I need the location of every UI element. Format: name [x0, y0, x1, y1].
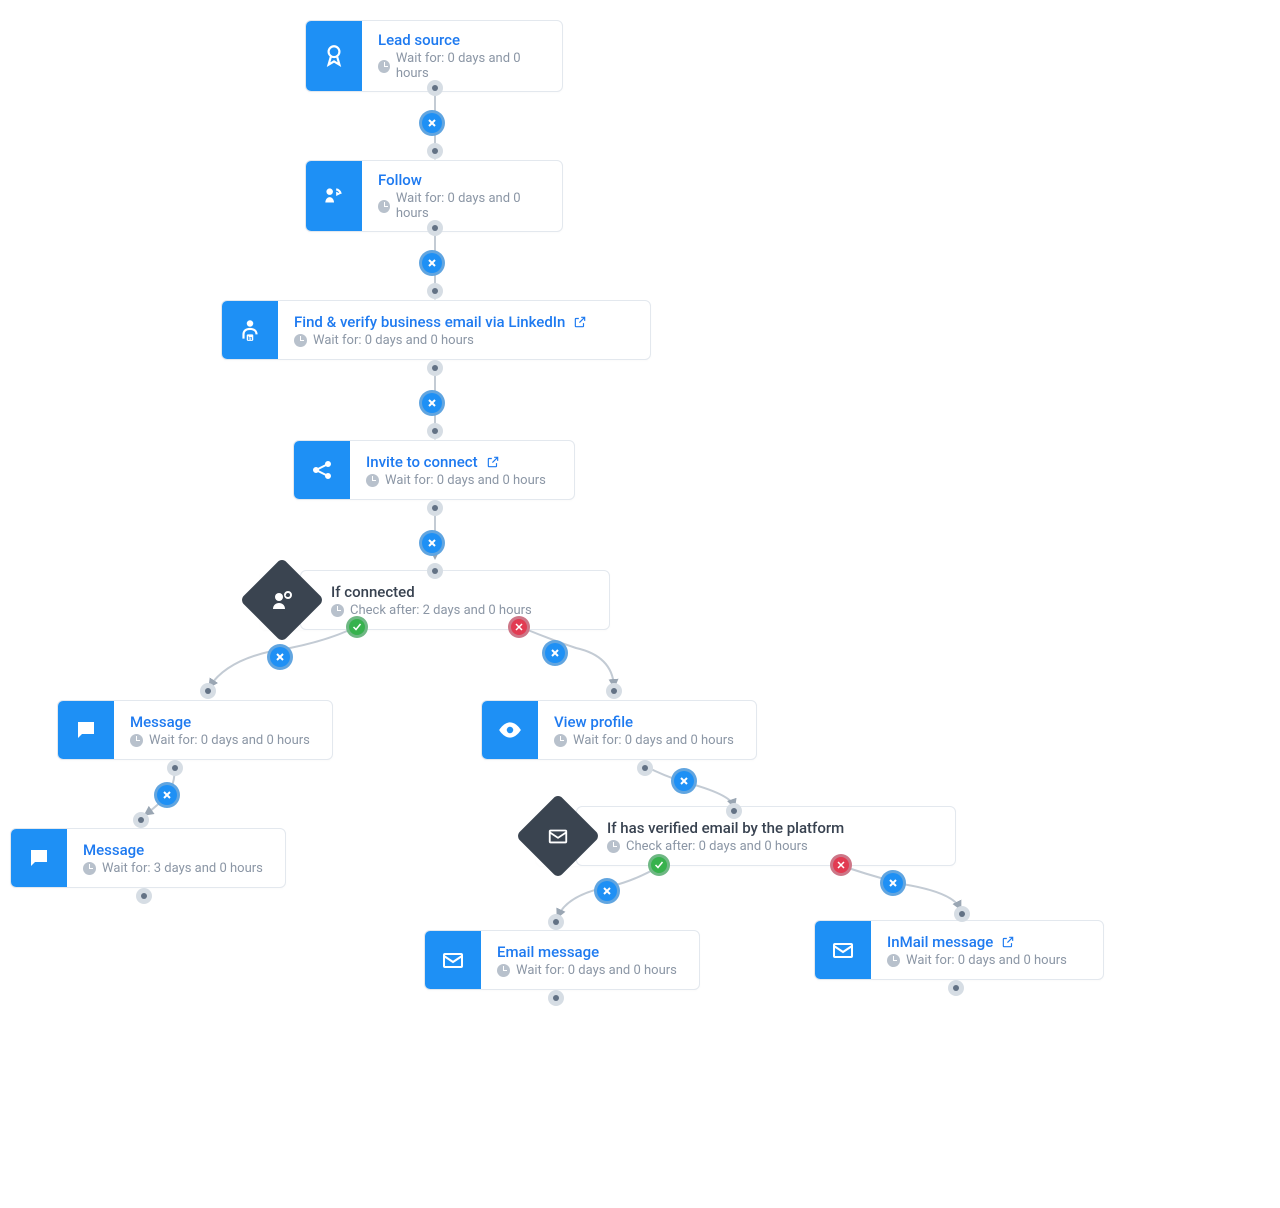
clock-icon	[554, 734, 567, 747]
node-inmail-message[interactable]: InMail message Wait for: 0 days and 0 ho…	[814, 920, 1104, 980]
follow-icon	[306, 161, 362, 231]
external-link-icon[interactable]	[486, 455, 500, 469]
node-wait: Wait for: 0 days and 0 hours	[149, 733, 310, 748]
connector-dot[interactable]	[200, 683, 216, 699]
connector-dot[interactable]	[726, 803, 742, 819]
node-body: Message Wait for: 3 days and 0 hours	[67, 829, 285, 887]
message-icon	[11, 829, 67, 887]
connector-dot[interactable]	[637, 760, 653, 776]
yes-badge[interactable]	[648, 854, 670, 876]
node-body: Message Wait for: 0 days and 0 hours	[114, 701, 332, 759]
node-wait: Wait for: 0 days and 0 hours	[516, 963, 677, 978]
delete-badge[interactable]	[419, 390, 445, 416]
delete-badge[interactable]	[671, 768, 697, 794]
node-title: Follow	[378, 171, 422, 189]
node-body: View profile Wait for: 0 days and 0 hour…	[538, 701, 756, 759]
node-title: Message	[130, 713, 191, 731]
node-body: InMail message Wait for: 0 days and 0 ho…	[871, 921, 1103, 979]
delete-badge[interactable]	[594, 878, 620, 904]
node-title: Message	[83, 841, 144, 859]
node-body: Find & verify business email via LinkedI…	[278, 301, 650, 359]
connector-dot[interactable]	[427, 563, 443, 579]
node-message-1[interactable]: Message Wait for: 0 days and 0 hours	[57, 700, 333, 760]
node-wait: Wait for: 0 days and 0 hours	[906, 953, 1067, 968]
node-title: Lead source	[378, 31, 460, 49]
delete-badge[interactable]	[419, 110, 445, 136]
node-title: InMail message	[887, 933, 993, 951]
clock-icon	[887, 954, 900, 967]
node-wait: Wait for: 0 days and 0 hours	[385, 473, 546, 488]
node-title: If has verified email by the platform	[607, 819, 844, 837]
node-find-email[interactable]: in Find & verify business email via Link…	[221, 300, 651, 360]
node-wait: Check after: 2 days and 0 hours	[350, 603, 532, 618]
node-body: If has verified email by the platform Ch…	[576, 806, 956, 866]
message-icon	[58, 701, 114, 759]
node-invite-connect[interactable]: Invite to connect Wait for: 0 days and 0…	[293, 440, 575, 500]
eye-icon	[482, 701, 538, 759]
connector-dot[interactable]	[948, 980, 964, 996]
connector-dot[interactable]	[427, 220, 443, 236]
connector-dot[interactable]	[427, 143, 443, 159]
yes-badge[interactable]	[346, 616, 368, 638]
node-view-profile[interactable]: View profile Wait for: 0 days and 0 hour…	[481, 700, 757, 760]
connector-dot[interactable]	[427, 283, 443, 299]
node-if-verified-email[interactable]: If has verified email by the platform Ch…	[536, 806, 956, 866]
clock-icon	[497, 964, 510, 977]
node-wait: Wait for: 3 days and 0 hours	[102, 861, 263, 876]
node-body: Email message Wait for: 0 days and 0 hou…	[481, 931, 699, 989]
connector-dot[interactable]	[427, 80, 443, 96]
connector-dot[interactable]	[427, 423, 443, 439]
clock-icon	[83, 862, 96, 875]
connector-dot[interactable]	[548, 914, 564, 930]
node-title: Email message	[497, 943, 599, 961]
connector-dot[interactable]	[133, 812, 149, 828]
node-title: Invite to connect	[366, 453, 478, 471]
clock-icon	[130, 734, 143, 747]
delete-badge[interactable]	[419, 530, 445, 556]
clock-icon	[607, 840, 620, 853]
share-icon	[294, 441, 350, 499]
clock-icon	[331, 604, 344, 617]
award-icon	[306, 21, 362, 91]
node-body: Invite to connect Wait for: 0 days and 0…	[350, 441, 574, 499]
external-link-icon[interactable]	[573, 315, 587, 329]
node-if-connected[interactable]: If connected Check after: 2 days and 0 h…	[260, 570, 610, 630]
delete-badge[interactable]	[267, 644, 293, 670]
delete-badge[interactable]	[154, 782, 180, 808]
svg-text:in: in	[248, 336, 252, 342]
connector-dot[interactable]	[548, 990, 564, 1006]
clock-icon	[366, 474, 379, 487]
external-link-icon[interactable]	[1001, 935, 1015, 949]
mail-icon	[815, 921, 871, 979]
connector-dot[interactable]	[606, 683, 622, 699]
connector-dot[interactable]	[954, 906, 970, 922]
linkedin-search-icon: in	[222, 301, 278, 359]
node-message-2[interactable]: Message Wait for: 3 days and 0 hours	[10, 828, 286, 888]
clock-icon	[294, 334, 307, 347]
no-badge[interactable]	[508, 616, 530, 638]
connector-dot[interactable]	[427, 360, 443, 376]
delete-badge[interactable]	[880, 870, 906, 896]
delete-badge[interactable]	[419, 250, 445, 276]
node-wait: Wait for: 0 days and 0 hours	[313, 333, 474, 348]
node-title: If connected	[331, 583, 415, 601]
node-wait: Wait for: 0 days and 0 hours	[573, 733, 734, 748]
node-wait: Check after: 0 days and 0 hours	[626, 839, 808, 854]
no-badge[interactable]	[830, 854, 852, 876]
node-title: View profile	[554, 713, 633, 731]
delete-badge[interactable]	[542, 640, 568, 666]
node-email-message[interactable]: Email message Wait for: 0 days and 0 hou…	[424, 930, 700, 990]
mail-icon	[425, 931, 481, 989]
node-wait: Wait for: 0 days and 0 hours	[396, 51, 542, 81]
clock-icon	[378, 60, 390, 73]
node-wait: Wait for: 0 days and 0 hours	[396, 191, 542, 221]
connector-dot[interactable]	[167, 760, 183, 776]
connector-dot[interactable]	[427, 500, 443, 516]
connector-dot[interactable]	[136, 888, 152, 904]
node-body: Lead source Wait for: 0 days and 0 hours	[362, 21, 562, 91]
node-body: Follow Wait for: 0 days and 0 hours	[362, 161, 562, 231]
clock-icon	[378, 200, 390, 213]
node-title: Find & verify business email via LinkedI…	[294, 313, 565, 331]
